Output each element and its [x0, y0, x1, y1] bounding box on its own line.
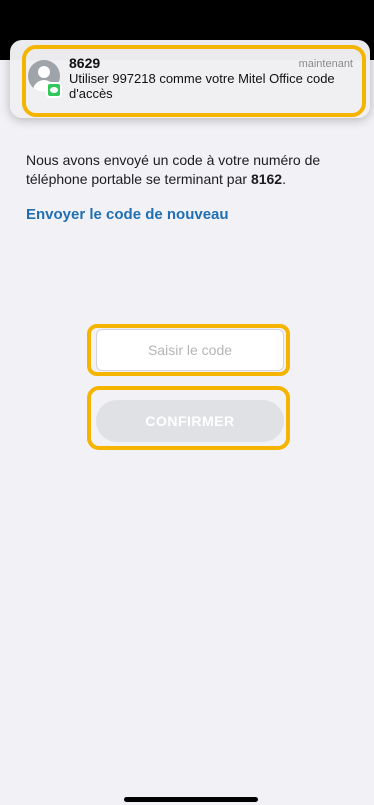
resend-code-link[interactable]: Envoyer le code de nouveau	[26, 206, 229, 223]
instruction-text: Nous avons envoyé un code à votre numéro…	[26, 152, 321, 187]
confirm-button[interactable]: CONFIRMER	[96, 400, 284, 442]
home-indicator[interactable]	[124, 797, 258, 802]
phone-suffix: 8162	[250, 171, 283, 187]
code-input[interactable]	[96, 329, 284, 371]
notification-highlight	[22, 45, 366, 117]
verification-screen: 8629 maintenant Utiliser 997218 comme vo…	[0, 0, 374, 805]
